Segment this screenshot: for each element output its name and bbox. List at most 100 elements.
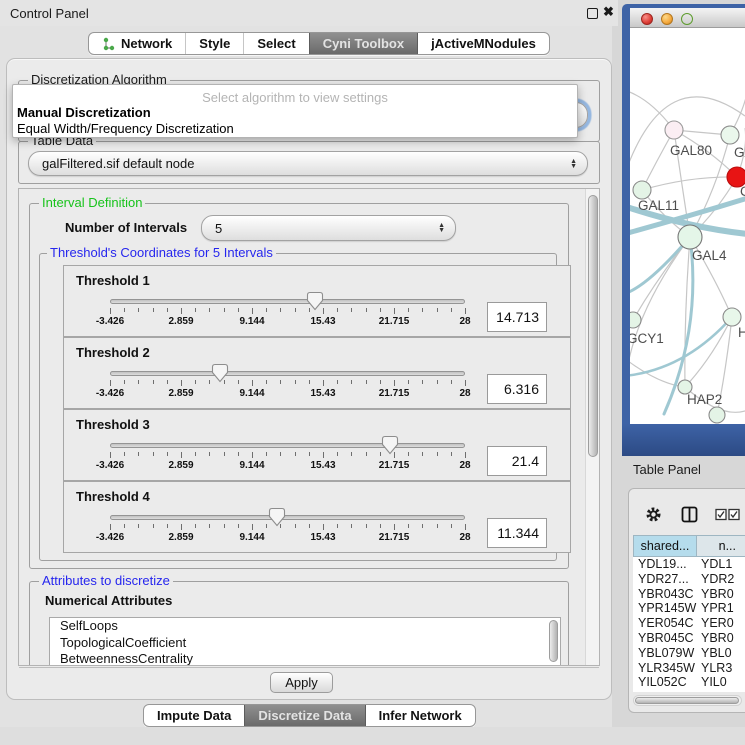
top-tab-bar: Network Style Select Cyni Toolbox jActiv… bbox=[88, 32, 550, 55]
tab-select[interactable]: Select bbox=[243, 33, 308, 54]
cell-shared-name[interactable]: YPR145W bbox=[638, 601, 696, 615]
tick-mark bbox=[124, 524, 125, 528]
cell-shared-name[interactable]: YIL052C bbox=[638, 675, 687, 689]
algorithm-option-equal-width[interactable]: Equal Width/Frequency Discretization bbox=[16, 121, 576, 136]
tick-mark bbox=[451, 308, 452, 312]
table-horizontal-scrollbar[interactable] bbox=[633, 695, 742, 706]
algorithm-option-manual[interactable]: Manual Discretization bbox=[16, 105, 576, 120]
network-node[interactable] bbox=[721, 126, 739, 144]
number-of-intervals-combobox[interactable]: 5 ▲▼ bbox=[201, 215, 456, 241]
tick-mark bbox=[295, 524, 296, 528]
cell-shared-name[interactable]: YBR045C bbox=[638, 631, 694, 645]
settings-scrollbar-track[interactable] bbox=[585, 189, 599, 666]
tick-mark bbox=[422, 380, 423, 384]
slider-track[interactable] bbox=[110, 515, 465, 520]
column-header-shared-name[interactable]: shared... bbox=[633, 535, 697, 557]
cell-name[interactable]: YDR2 bbox=[701, 572, 734, 586]
cell-name[interactable]: YBL0 bbox=[701, 646, 732, 660]
tick-mark bbox=[337, 524, 338, 528]
table-row[interactable]: YER054C YER0 bbox=[633, 616, 745, 631]
column-layout-icon[interactable] bbox=[681, 506, 698, 523]
tab-jactivemnodules[interactable]: jActiveMNodules bbox=[417, 33, 549, 54]
column-header-name[interactable]: n... bbox=[697, 535, 745, 557]
algorithm-dropdown-popup: Select algorithm to view settings Manual… bbox=[12, 84, 578, 138]
network-node[interactable] bbox=[630, 312, 641, 328]
network-node[interactable] bbox=[723, 308, 741, 326]
cell-shared-name[interactable]: YBR043C bbox=[638, 587, 694, 601]
select-columns-checkboxes-icon[interactable] bbox=[715, 508, 741, 521]
slider-track[interactable] bbox=[110, 299, 465, 304]
cell-name[interactable]: YBR0 bbox=[701, 631, 734, 645]
screen: Control Panel ✖ Network Style Select Cyn… bbox=[0, 0, 745, 745]
settings-scroll-region: Interval Definition Number of Intervals … bbox=[18, 188, 600, 666]
tick-mark bbox=[266, 452, 267, 456]
cell-shared-name[interactable]: YDL19... bbox=[638, 557, 687, 571]
float-panel-icon[interactable] bbox=[587, 8, 598, 19]
cell-shared-name[interactable]: YER054C bbox=[638, 616, 694, 630]
network-graph: GAL80GACGAL11GAL4GCY1HHAP2 bbox=[630, 28, 745, 424]
tab-style[interactable]: Style bbox=[185, 33, 243, 54]
threshold-label: Threshold 1 bbox=[76, 273, 150, 288]
cell-shared-name[interactable]: YLR345W bbox=[638, 661, 695, 675]
cell-name[interactable]: YLR3 bbox=[701, 661, 732, 675]
network-edge[interactable] bbox=[642, 130, 674, 190]
table-row[interactable]: YDR27... YDR2 bbox=[633, 572, 745, 587]
tick-label: 28 bbox=[459, 460, 470, 471]
close-panel-icon[interactable]: ✖ bbox=[603, 4, 614, 20]
cell-shared-name[interactable]: YBL079W bbox=[638, 646, 694, 660]
attribute-list-item[interactable]: SelfLoops bbox=[50, 618, 560, 635]
threshold-value-field[interactable]: 6.316 bbox=[487, 374, 547, 404]
cell-name[interactable]: YBR0 bbox=[701, 587, 734, 601]
network-edge[interactable] bbox=[642, 177, 737, 190]
tab-impute-data[interactable]: Impute Data bbox=[144, 705, 244, 726]
threshold-value-field[interactable]: 14.713 bbox=[487, 302, 547, 332]
tick-mark bbox=[266, 524, 267, 528]
tab-discretize-data[interactable]: Discretize Data bbox=[244, 705, 364, 726]
network-canvas[interactable]: GAL80GACGAL11GAL4GCY1HHAP2 bbox=[630, 28, 745, 424]
network-node[interactable] bbox=[709, 407, 725, 423]
table-data-combobox[interactable]: galFiltered.sif default node ▲▼ bbox=[28, 151, 588, 176]
table-row[interactable]: YIL052C YIL0 bbox=[633, 675, 745, 690]
attribute-items: SelfLoopsTopologicalCoefficientBetweenne… bbox=[50, 618, 560, 666]
cell-name[interactable]: YIL0 bbox=[701, 675, 727, 689]
minimize-window-icon[interactable] bbox=[661, 13, 673, 25]
network-window-titlebar[interactable] bbox=[630, 8, 745, 28]
table-row[interactable]: YLR345W YLR3 bbox=[633, 661, 745, 676]
attribute-list-item[interactable]: BetweennessCentrality bbox=[50, 651, 560, 666]
cell-name[interactable]: YDL1 bbox=[701, 557, 732, 571]
tab-infer-network[interactable]: Infer Network bbox=[365, 705, 475, 726]
tick-mark bbox=[351, 308, 352, 312]
tab-cyni-toolbox[interactable]: Cyni Toolbox bbox=[309, 33, 417, 54]
table-row[interactable]: YDL19... YDL1 bbox=[633, 557, 745, 572]
threshold-value-field[interactable]: 21.4 bbox=[487, 446, 547, 476]
threshold-value-field[interactable]: 11.344 bbox=[487, 518, 547, 548]
tick-mark bbox=[209, 380, 210, 384]
slider-track[interactable] bbox=[110, 371, 465, 376]
table-row[interactable]: YPR145W YPR1 bbox=[633, 601, 745, 616]
tab-network[interactable]: Network bbox=[89, 33, 185, 54]
cell-name[interactable]: YPR1 bbox=[701, 601, 734, 615]
settings-scrollbar-thumb[interactable] bbox=[588, 195, 598, 457]
table-row[interactable]: YBR043C YBR0 bbox=[633, 587, 745, 602]
network-node[interactable] bbox=[633, 181, 651, 199]
network-window-frame-bottom bbox=[622, 424, 745, 456]
network-edge[interactable] bbox=[685, 237, 690, 387]
network-node[interactable] bbox=[678, 225, 702, 249]
threshold-panel: Threshold 3 21.4 -3.4262.8599.14415.4321… bbox=[63, 409, 571, 481]
slider-track[interactable] bbox=[110, 443, 465, 448]
tick-mark bbox=[465, 308, 466, 314]
network-node[interactable] bbox=[665, 121, 683, 139]
zoom-window-icon[interactable] bbox=[681, 13, 693, 25]
table-horizontal-scrollbar-thumb[interactable] bbox=[635, 697, 739, 704]
attributes-list-scrollbar[interactable] bbox=[549, 620, 558, 662]
attribute-list-item[interactable]: TopologicalCoefficient bbox=[50, 635, 560, 652]
tick-mark bbox=[280, 380, 281, 384]
network-node-label: HAP2 bbox=[687, 392, 722, 407]
table-row[interactable]: YBR045C YBR0 bbox=[633, 631, 745, 646]
table-settings-gear-icon[interactable] bbox=[645, 506, 662, 523]
cell-shared-name[interactable]: YDR27... bbox=[638, 572, 689, 586]
table-row[interactable]: YBL079W YBL0 bbox=[633, 646, 745, 661]
apply-button[interactable]: Apply bbox=[270, 672, 333, 693]
close-window-icon[interactable] bbox=[641, 13, 653, 25]
cell-name[interactable]: YER0 bbox=[701, 616, 734, 630]
